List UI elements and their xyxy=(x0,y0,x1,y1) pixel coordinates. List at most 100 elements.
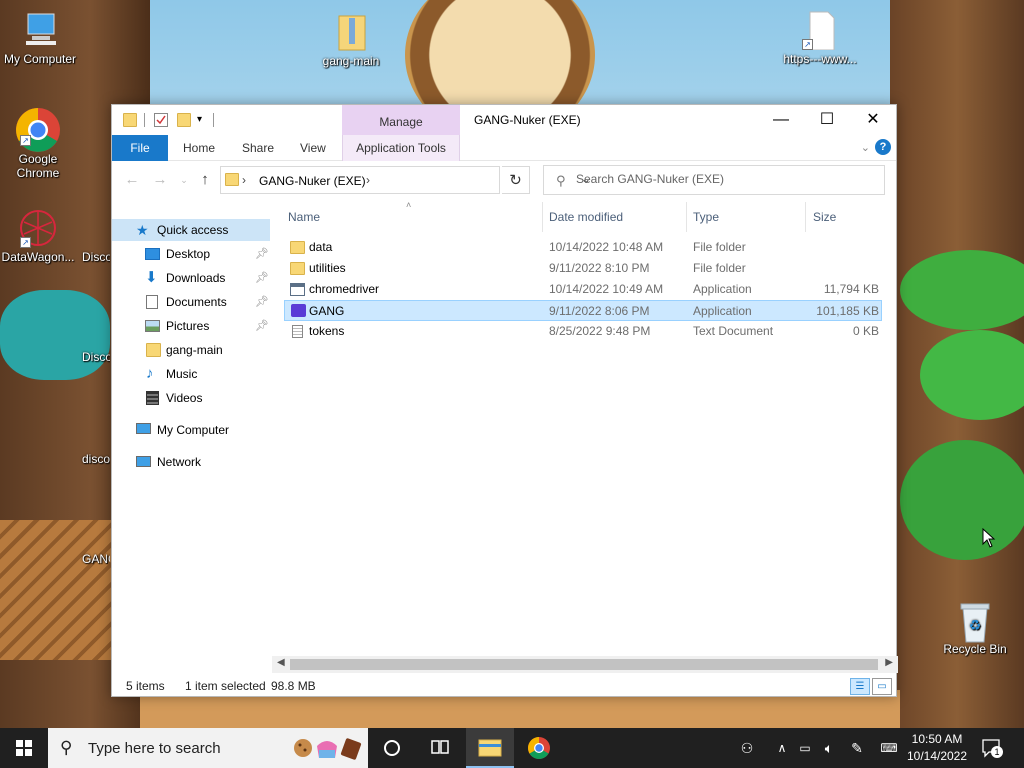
tab-application-tools[interactable]: Application Tools xyxy=(342,135,460,161)
back-arrow-icon[interactable]: ← xyxy=(122,170,142,190)
desktop-icon-disco-1[interactable]: Disco xyxy=(70,208,110,264)
nav-item-music[interactable]: ♪ Music xyxy=(112,363,270,385)
tab-share[interactable]: Share xyxy=(230,135,286,161)
network-icon xyxy=(136,456,151,467)
title-bar[interactable]: ▾ Manage GANG-Nuker (EXE) — ☐ ✕ xyxy=(112,105,896,135)
pen-ink-icon[interactable]: ✎ xyxy=(846,728,868,768)
scrollbar-thumb[interactable] xyxy=(290,659,878,670)
tab-home[interactable]: Home xyxy=(171,135,227,161)
volume-icon[interactable]: 🔈︎ xyxy=(818,728,840,768)
desktop-icon-google-chrome[interactable]: ↗ Google Chrome xyxy=(0,106,78,180)
search-highlight-icon xyxy=(294,738,362,760)
nav-item-downloads[interactable]: ⬇ Downloads 📌︎ xyxy=(112,267,270,289)
file-row[interactable]: data 10/14/2022 10:48 AM File folder xyxy=(284,237,882,258)
toolbar-divider xyxy=(213,113,214,127)
star-icon: ★ xyxy=(136,222,149,238)
chevron-down-icon[interactable]: ⌄ xyxy=(861,141,870,154)
folder-icon xyxy=(290,262,305,275)
notification-center-button[interactable]: 1 xyxy=(980,736,1004,760)
help-icon[interactable]: ? xyxy=(875,139,891,155)
nav-item-videos[interactable]: Videos xyxy=(112,387,270,409)
start-button[interactable] xyxy=(0,728,48,768)
nav-item-label: Quick access xyxy=(157,223,229,237)
tab-view[interactable]: View xyxy=(288,135,338,161)
taskbar-file-explorer-icon[interactable] xyxy=(466,728,514,768)
close-button[interactable]: ✕ xyxy=(850,105,896,135)
address-bar[interactable]: › GANG-Nuker (EXE) › ⌄ xyxy=(220,166,591,194)
show-hidden-icons-icon[interactable]: ∧ xyxy=(772,728,792,768)
notification-badge: 1 xyxy=(991,746,1003,758)
nav-item-my-computer[interactable]: My Computer xyxy=(112,419,270,441)
nav-item-network[interactable]: Network xyxy=(112,451,270,473)
large-icons-view-icon[interactable]: ▭ xyxy=(872,678,892,695)
maximize-button[interactable]: ☐ xyxy=(804,105,850,135)
column-header-size[interactable]: Size xyxy=(813,210,836,224)
address-bar-row: ← → ⌄ ↑ › GANG-Nuker (EXE) › ⌄ ↻ ⚲ xyxy=(112,162,896,198)
forward-arrow-icon[interactable]: → xyxy=(150,170,170,190)
mouse-cursor-icon xyxy=(982,528,996,548)
desktop-icon-label: gang-main xyxy=(322,54,380,68)
file-row[interactable]: utilities 9/11/2022 8:10 PM File folder xyxy=(284,258,882,279)
taskbar-clock[interactable]: 10:50 AM 10/14/2022 xyxy=(902,731,972,765)
quick-access-dropdown-icon[interactable]: ▾ xyxy=(197,113,211,127)
taskbar-search-box[interactable]: ⚲ Type here to search xyxy=(48,728,368,768)
folder-icon xyxy=(123,113,137,127)
desktop-icon-disco-3[interactable]: disco xyxy=(70,410,110,466)
pin-icon[interactable]: 📌︎ xyxy=(255,243,269,265)
desktop-icon-gang-main[interactable]: gang-main xyxy=(311,12,391,68)
desktop-icon-label: Recycle Bin xyxy=(943,642,1007,656)
keyboard-icon[interactable]: ⌨ xyxy=(876,728,902,768)
breadcrumb-chevron-icon[interactable]: › xyxy=(366,173,370,187)
tab-manage[interactable]: Manage xyxy=(342,105,460,135)
search-input[interactable] xyxy=(576,172,876,186)
nav-item-quick-access[interactable]: ★ Quick access xyxy=(112,219,270,241)
desktop-icon-datawagon[interactable]: ↗ DataWagon... xyxy=(0,208,78,264)
nav-item-label: Documents xyxy=(166,295,227,309)
file-row[interactable]: tokens 8/25/2022 9:48 PM Text Document 0… xyxy=(284,321,882,342)
file-explorer-window: ▾ Manage GANG-Nuker (EXE) — ☐ ✕ File Hom… xyxy=(111,104,898,697)
tab-file[interactable]: File xyxy=(112,135,168,161)
up-arrow-icon[interactable]: ↑ xyxy=(195,170,215,190)
cortana-icon[interactable] xyxy=(368,728,416,768)
status-bar: 5 items 1 item selected 98.8 MB ☰ ▭ xyxy=(112,675,896,697)
desktop-icon-my-computer[interactable]: My Computer xyxy=(0,10,80,66)
properties-icon[interactable] xyxy=(154,113,168,127)
desktop-icon-url-shortcut[interactable]: ↗ https---www... xyxy=(780,10,860,66)
search-box[interactable]: ⚲ xyxy=(543,165,885,195)
column-header-name[interactable]: Name xyxy=(288,210,320,224)
desktop-icon-disco-2[interactable]: Disco xyxy=(70,308,110,364)
scroll-right-icon[interactable]: ▶ xyxy=(885,657,893,668)
scroll-left-icon[interactable]: ◀ xyxy=(277,657,285,668)
window-title: GANG-Nuker (EXE) xyxy=(474,113,581,127)
column-header-date-modified[interactable]: Date modified xyxy=(549,210,623,224)
pin-icon[interactable]: 📌︎ xyxy=(255,315,269,337)
details-view-icon[interactable]: ☰ xyxy=(850,678,870,695)
desktop-icon-recycle-bin[interactable]: ♻ Recycle Bin xyxy=(935,600,1015,656)
recent-locations-chevron-icon[interactable]: ⌄ xyxy=(174,170,194,190)
nav-item-pictures[interactable]: Pictures 📌︎ xyxy=(112,315,270,337)
file-row[interactable]: chromedriver 10/14/2022 10:49 AM Applica… xyxy=(284,279,882,300)
refresh-button[interactable]: ↻ xyxy=(502,166,530,194)
nav-item-label: Downloads xyxy=(166,271,226,285)
column-header-type[interactable]: Type xyxy=(693,210,719,224)
pin-icon[interactable]: 📌︎ xyxy=(255,291,269,313)
network-tray-icon[interactable]: ▭ xyxy=(795,728,815,768)
taskbar-chrome-icon[interactable] xyxy=(515,728,563,768)
file-date: 10/14/2022 10:48 AM xyxy=(549,240,664,254)
pin-icon[interactable]: 📌︎ xyxy=(255,267,269,289)
breadcrumb-path[interactable]: GANG-Nuker (EXE) xyxy=(259,174,366,188)
horizontal-scrollbar[interactable]: ◀ ▶ xyxy=(272,656,898,673)
breadcrumb-chevron-icon[interactable]: › xyxy=(242,173,246,187)
file-row-selected[interactable]: GANG 9/11/2022 8:06 PM Application 101,1… xyxy=(284,300,882,321)
toolbar-divider xyxy=(144,113,145,127)
people-icon[interactable]: ⚇ xyxy=(734,728,760,768)
task-view-icon[interactable] xyxy=(416,728,464,768)
taskbar-search-input[interactable]: Type here to search xyxy=(88,740,221,757)
new-folder-icon[interactable] xyxy=(177,113,191,127)
desktop-icon-gang[interactable]: GANG xyxy=(70,510,110,566)
nav-item-desktop[interactable]: Desktop 📌︎ xyxy=(112,243,270,265)
nav-item-documents[interactable]: Documents 📌︎ xyxy=(112,291,270,313)
nav-item-gang-main[interactable]: gang-main xyxy=(112,339,270,361)
refresh-icon: ↻ xyxy=(509,172,522,189)
minimize-button[interactable]: — xyxy=(758,105,804,135)
